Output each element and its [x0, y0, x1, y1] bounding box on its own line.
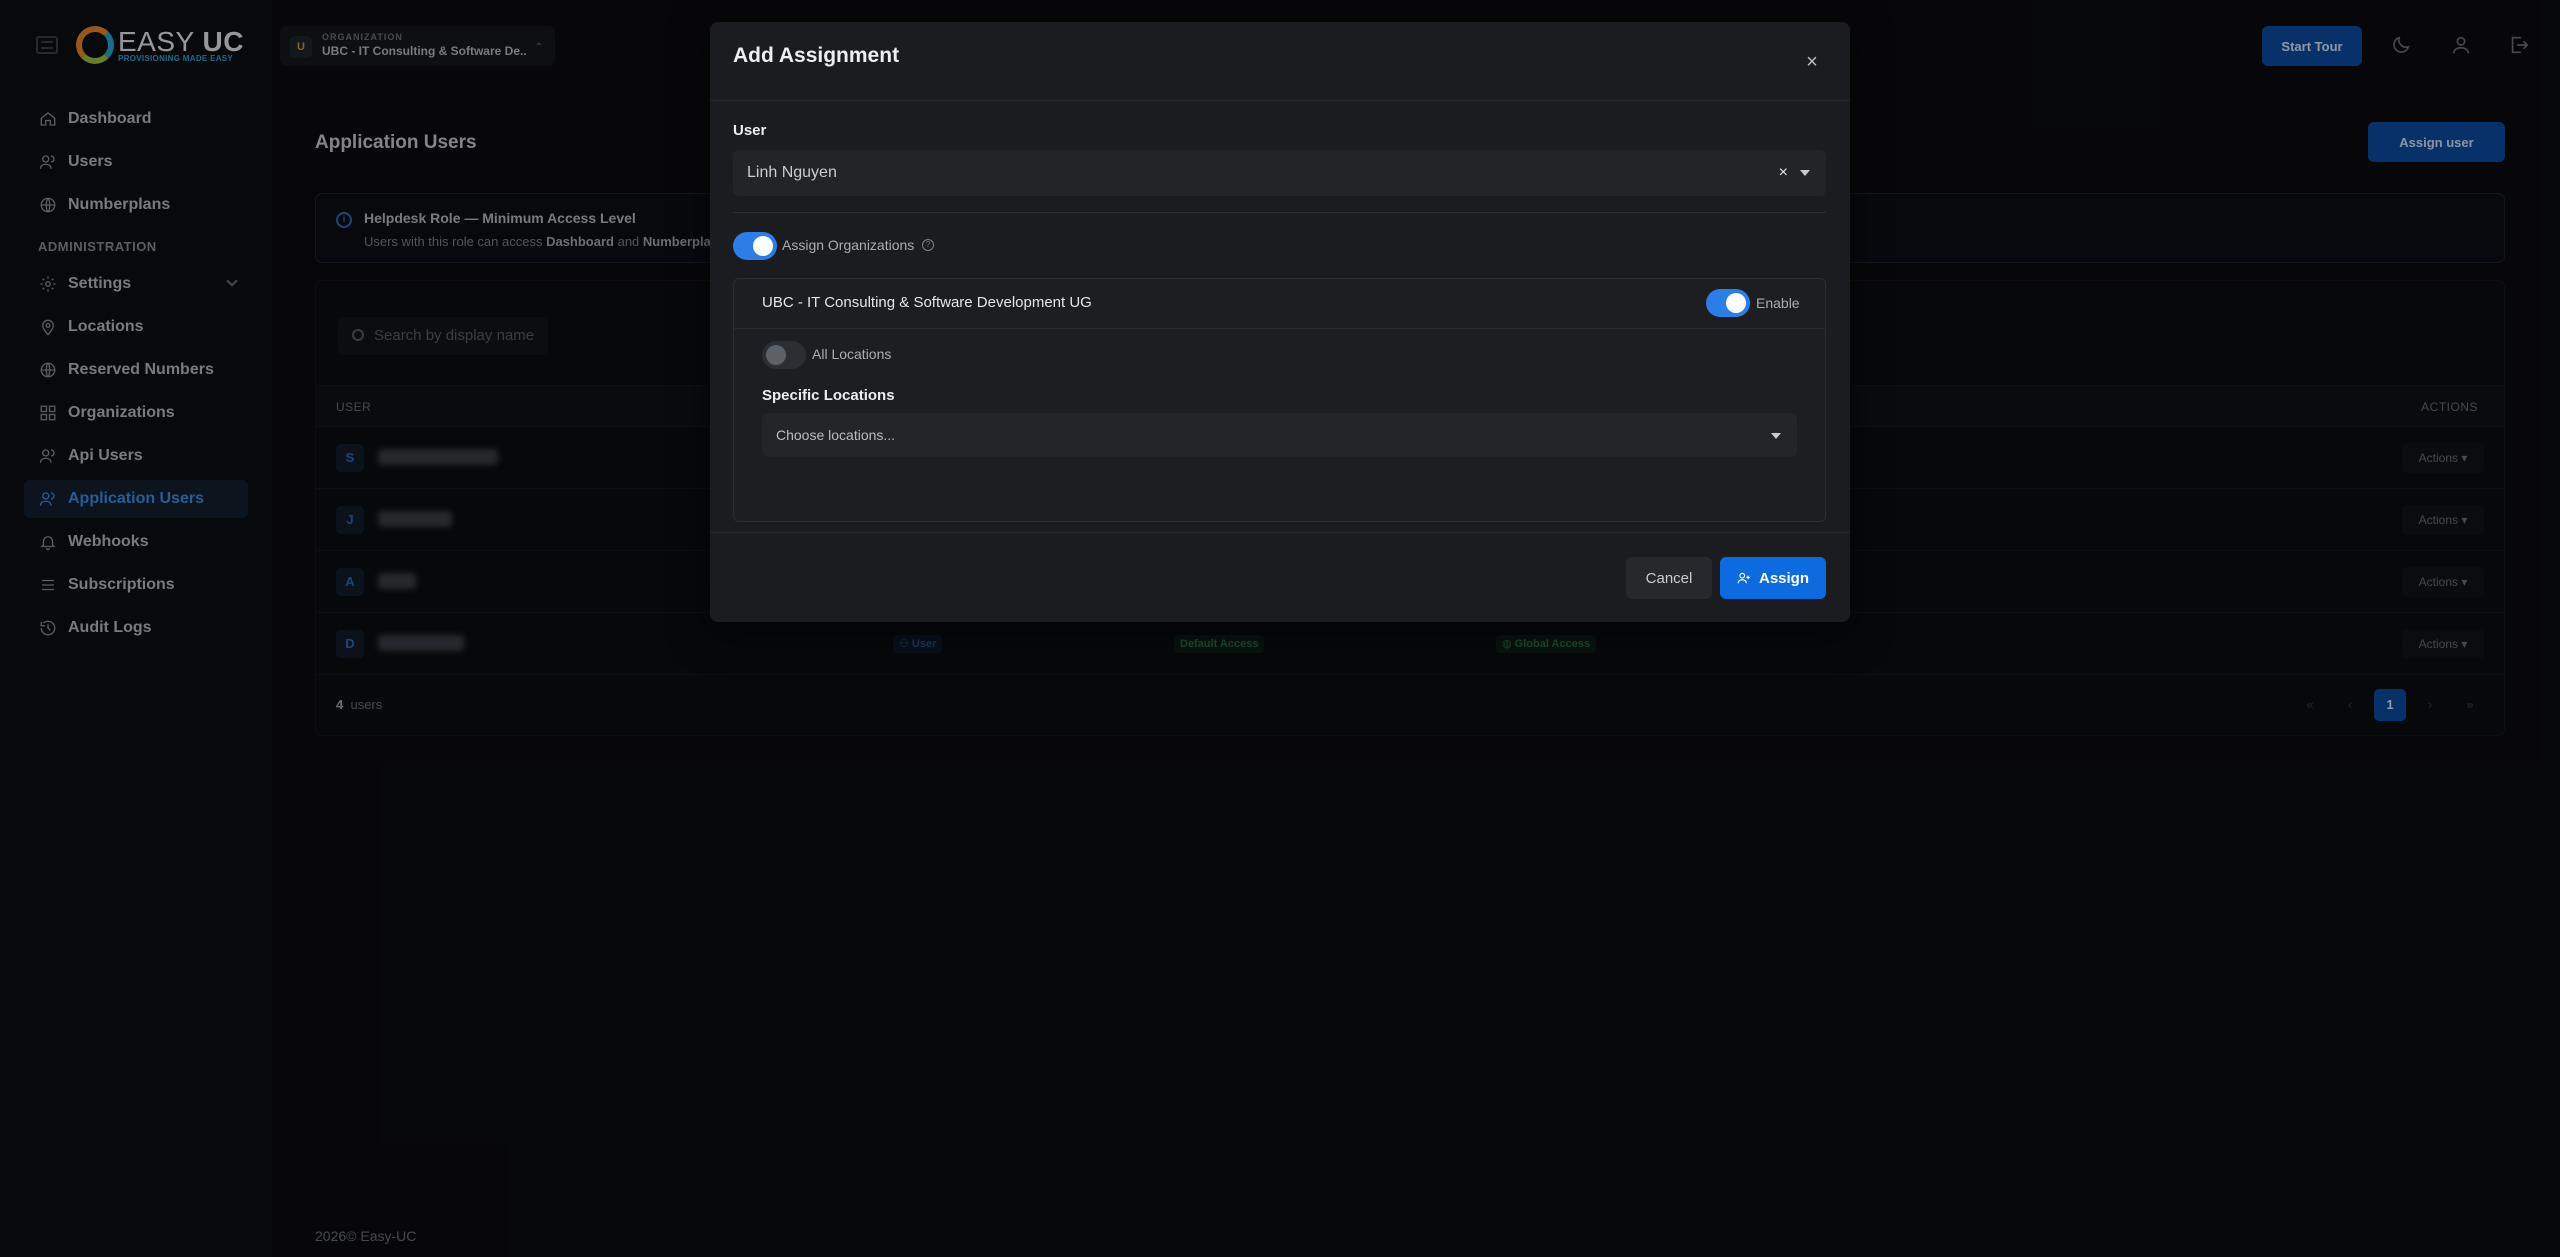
org-card-title: UBC - IT Consulting & Software Developme…	[762, 294, 1092, 311]
assign-button[interactable]: Assign	[1720, 557, 1826, 599]
all-locations-toggle[interactable]	[762, 341, 806, 369]
user-select[interactable]: Linh Nguyen ×	[733, 150, 1826, 196]
modal-footer-divider	[710, 532, 1850, 533]
organization-assignment-card: UBC - IT Consulting & Software Developme…	[733, 278, 1826, 522]
enable-organization-toggle[interactable]	[1706, 289, 1750, 317]
user-plus-icon	[1737, 572, 1750, 584]
field-divider	[733, 212, 1826, 213]
caret-down-icon[interactable]	[1771, 433, 1781, 439]
clear-selection-icon[interactable]: ×	[1779, 150, 1788, 196]
add-assignment-modal: Add Assignment × User Linh Nguyen × Assi…	[710, 22, 1850, 622]
cancel-button[interactable]: Cancel	[1626, 557, 1712, 599]
user-field-label: User	[733, 122, 767, 139]
close-icon[interactable]: ×	[1800, 50, 1824, 74]
toggle-knob	[1726, 293, 1746, 313]
all-locations-label: All Locations	[812, 346, 892, 362]
caret-down-icon[interactable]	[1800, 170, 1810, 176]
enable-label: Enable	[1756, 295, 1800, 311]
user-select-value: Linh Nguyen	[747, 164, 837, 181]
locations-select[interactable]: Choose locations...	[762, 413, 1797, 457]
toggle-knob	[766, 345, 786, 365]
specific-locations-label: Specific Locations	[762, 387, 895, 404]
org-card-header: UBC - IT Consulting & Software Developme…	[734, 279, 1825, 329]
locations-placeholder: Choose locations...	[776, 427, 896, 443]
toggle-knob	[753, 236, 773, 256]
modal-title: Add Assignment	[733, 44, 900, 67]
assign-organizations-label: Assign Organizations	[782, 237, 915, 253]
assign-organizations-toggle[interactable]	[733, 232, 777, 260]
modal-divider	[710, 100, 1850, 101]
help-icon[interactable]: ?	[922, 239, 934, 251]
assign-button-label: Assign	[1758, 569, 1809, 587]
